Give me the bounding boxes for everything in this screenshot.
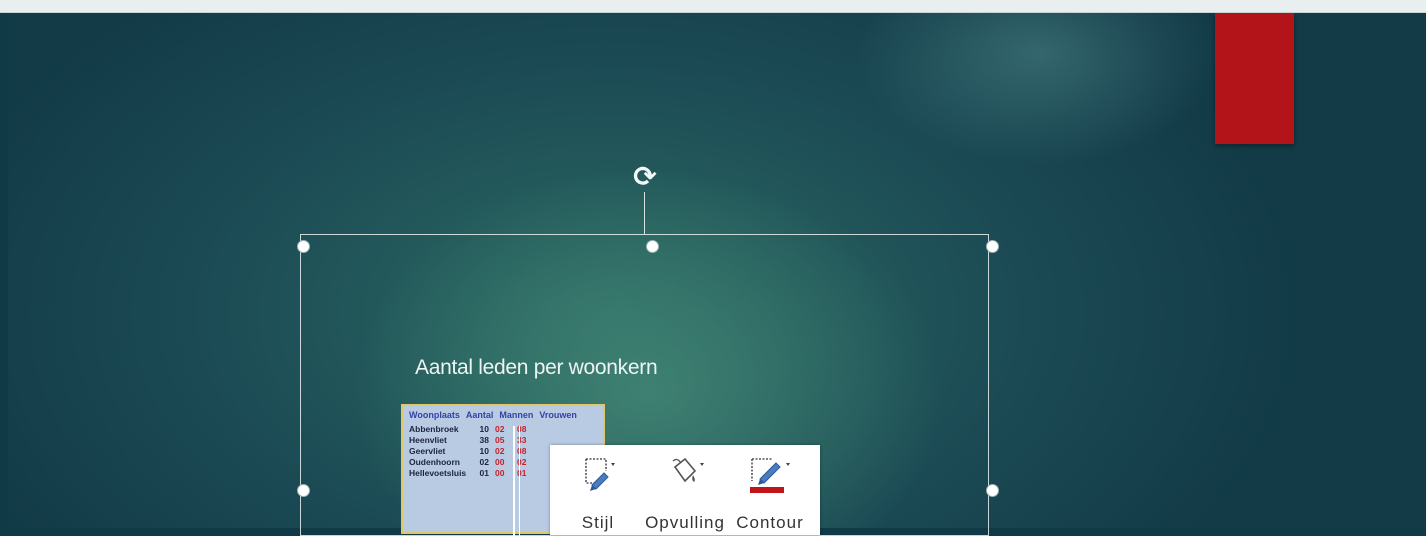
table-divider: [519, 426, 520, 536]
table-row: Abbenbroek 10 02 08: [409, 424, 599, 435]
mini-format-toolbar: Stijl Opvulling Contour: [550, 445, 820, 535]
header-woonplaats: Woonplaats: [409, 410, 460, 420]
resize-handle-middle-right[interactable]: [986, 484, 999, 497]
cell-women: 01: [517, 468, 527, 478]
table-divider: [513, 426, 515, 536]
cell-place: Oudenhoorn: [409, 457, 460, 467]
ribbon-edge: [0, 0, 1426, 13]
cell-count: 01: [479, 468, 489, 478]
resize-handle-top-center[interactable]: [646, 240, 659, 253]
fill-bucket-icon: [672, 457, 704, 483]
cell-women: 08: [517, 446, 527, 456]
cell-place: Geervliet: [409, 446, 446, 456]
cell-count: 38: [479, 435, 489, 445]
cell-count: 10: [479, 446, 489, 456]
slide-title: Aantal leden per woonkern: [415, 356, 658, 379]
resize-handle-top-right[interactable]: [986, 240, 999, 253]
rotate-handle-icon[interactable]: ⟳: [630, 162, 660, 192]
header-aantal: Aantal: [465, 410, 494, 420]
fill-label: Opvulling: [645, 513, 725, 532]
resize-handle-middle-left[interactable]: [297, 484, 310, 497]
style-button[interactable]: Stijl: [558, 455, 638, 535]
style-label: Stijl: [581, 513, 615, 532]
cell-women: 33: [517, 435, 527, 445]
cell-women: 02: [517, 457, 527, 467]
cell-count: 02: [479, 457, 489, 467]
resize-handle-top-left[interactable]: [297, 240, 310, 253]
fill-button[interactable]: Opvulling: [645, 455, 725, 535]
rotation-connector: [644, 192, 645, 234]
outline-button[interactable]: Contour: [730, 455, 810, 535]
red-accent-shape[interactable]: [1215, 13, 1294, 144]
outline-label: Contour: [736, 513, 804, 532]
cell-women: 08: [517, 424, 527, 434]
pen-outline-icon: [750, 458, 790, 493]
cell-place: Hellevoetsluis: [409, 468, 467, 478]
header-mannen: Mannen: [499, 410, 534, 420]
cell-place: Abbenbroek: [409, 424, 459, 434]
header-vrouwen: Vrouwen: [539, 410, 577, 420]
table-header: Woonplaats Aantal Mannen Vrouwen: [403, 406, 603, 422]
shape-style-icon: [585, 458, 615, 491]
cell-count: 10: [479, 424, 489, 434]
cell-place: Heenvliet: [409, 435, 447, 445]
